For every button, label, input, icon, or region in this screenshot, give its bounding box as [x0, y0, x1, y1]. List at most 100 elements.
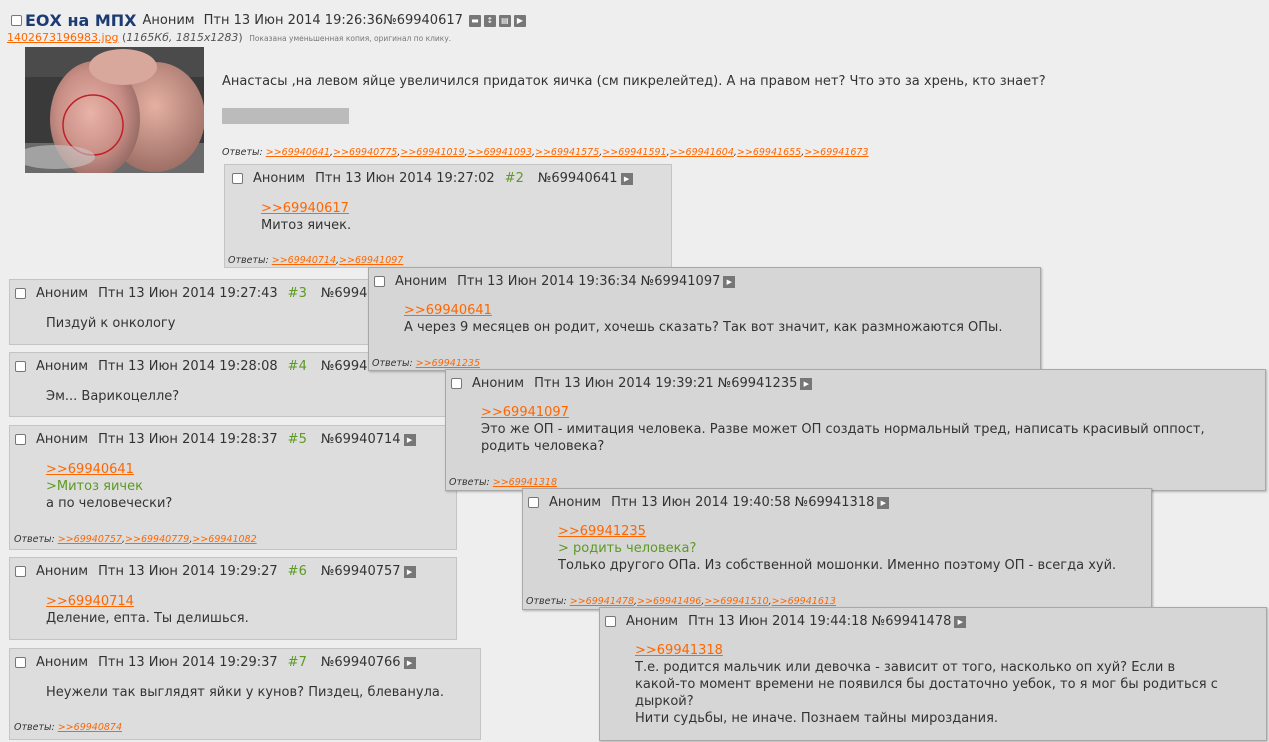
- post-number[interactable]: №69941097: [641, 274, 721, 289]
- post-checkbox[interactable]: [15, 434, 26, 445]
- reply-link[interactable]: >>69941318: [493, 477, 557, 488]
- post-text: дыркой?: [635, 694, 694, 709]
- reply-link[interactable]: >>69940874: [58, 722, 122, 733]
- op-checkbox[interactable]: [11, 15, 22, 26]
- minimize-icon[interactable]: ▬: [468, 14, 481, 27]
- ref-link[interactable]: >>69940641: [46, 462, 134, 477]
- file-info: 1402673196983.jpg (1165Кб, 1815x1283) По…: [7, 31, 452, 44]
- post-checkbox[interactable]: [15, 288, 26, 299]
- reply-link[interactable]: >>69941496: [637, 596, 701, 607]
- post-replies: Ответы: >>69940757,>>69940779,>>69941082: [14, 534, 257, 545]
- post-2: Аноним Птн 13 Июн 2014 19:27:02 #2 №6994…: [224, 164, 672, 268]
- post-text: Неужели так выглядят яйки у кунов? Пизде…: [46, 685, 444, 700]
- post-author: Аноним: [395, 274, 448, 289]
- post-text: Пиздуй к онкологу: [46, 316, 176, 331]
- replies-label: Ответы:: [526, 596, 567, 607]
- post-date: Птн 13 Июн 2014 19:29:27: [98, 564, 278, 579]
- reply-link[interactable]: >>69941097: [339, 255, 403, 266]
- op-header: ЕОХ на МПХ Аноним Птн 13 Июн 2014 19:26:…: [11, 11, 526, 30]
- post-date: Птн 13 Июн 2014 19:39:21: [534, 376, 714, 391]
- post-author: Аноним: [626, 614, 679, 629]
- post-checkbox[interactable]: [528, 497, 539, 508]
- play-icon[interactable]: ▶: [877, 496, 890, 509]
- post-date: Птн 13 Июн 2014 19:44:18: [688, 614, 868, 629]
- post-text: родить человека?: [481, 439, 605, 454]
- reply-link[interactable]: >>69941655: [737, 147, 801, 158]
- reply-link[interactable]: >>69941575: [535, 147, 599, 158]
- play-icon[interactable]: ▶: [513, 14, 526, 27]
- post-checkbox[interactable]: [374, 276, 385, 287]
- play-icon[interactable]: ▶: [403, 565, 416, 578]
- replies-label: Ответы:: [372, 358, 413, 369]
- post-checkbox[interactable]: [15, 566, 26, 577]
- post-ordinal: #4: [287, 359, 307, 374]
- post-number[interactable]: №69940766: [321, 655, 401, 670]
- post-text: Нити судьбы, не иначе. Познаем тайны мир…: [635, 711, 999, 726]
- post-text: Только другого ОПа. Из собственной мошон…: [558, 558, 1117, 573]
- post-ordinal: #5: [287, 432, 307, 447]
- post-checkbox[interactable]: [451, 378, 462, 389]
- reply-link[interactable]: >>69941082: [192, 534, 256, 545]
- play-icon[interactable]: ▶: [723, 275, 736, 288]
- reply-link[interactable]: >>69940641: [266, 147, 330, 158]
- reply-link[interactable]: >>69941510: [704, 596, 768, 607]
- post-author: Аноним: [36, 432, 89, 447]
- ref-link[interactable]: >>69940617: [261, 201, 349, 216]
- post-ordinal: #7: [287, 655, 307, 670]
- post-author: Аноним: [36, 286, 89, 301]
- op-date: Птн 13 Июн 2014 19:26:36: [203, 13, 384, 28]
- play-icon[interactable]: ▶: [800, 377, 813, 390]
- play-icon[interactable]: ▶: [403, 656, 416, 669]
- reply-link[interactable]: >>69941613: [772, 596, 836, 607]
- post-number[interactable]: №69940757: [321, 564, 401, 579]
- post-number[interactable]: №69941478: [872, 614, 952, 629]
- ref-link[interactable]: >>69941235: [558, 524, 646, 539]
- reply-link[interactable]: >>69941673: [804, 147, 868, 158]
- post-checkbox[interactable]: [605, 616, 616, 627]
- file-link[interactable]: 1402673196983.jpg: [7, 31, 119, 44]
- post-text: Эм... Варикоцелле?: [46, 389, 180, 404]
- post-quote: >Митоз яичек: [46, 479, 143, 494]
- ref-link[interactable]: >>69940641: [404, 303, 492, 318]
- post-date: Птн 13 Июн 2014 19:28:37: [98, 432, 278, 447]
- reply-link[interactable]: >>69940757: [58, 534, 122, 545]
- post-replies: Ответы: >>69941235: [372, 358, 480, 369]
- expand-icon[interactable]: ↕: [483, 14, 496, 27]
- replies-label: Ответы:: [449, 477, 490, 488]
- post-checkbox[interactable]: [15, 361, 26, 372]
- reply-link[interactable]: >>69940779: [125, 534, 189, 545]
- reply-link[interactable]: >>69941235: [416, 358, 480, 369]
- thread-title: ЕОХ на МПХ: [25, 11, 137, 30]
- replies-label: Ответы:: [14, 722, 55, 733]
- spoiler-block[interactable]: [222, 108, 349, 124]
- op-number[interactable]: №69940617: [383, 13, 463, 28]
- post-7: Аноним Птн 13 Июн 2014 19:29:37 #7 №6994…: [9, 648, 481, 740]
- post-text: А через 9 месяцев он родит, хочешь сказа…: [404, 320, 1003, 335]
- reply-link[interactable]: >>69941478: [570, 596, 634, 607]
- ref-link[interactable]: >>69941097: [481, 405, 569, 420]
- post-number[interactable]: №69940641: [538, 171, 618, 186]
- post-author: Аноним: [36, 359, 89, 374]
- reply-link[interactable]: >>69941591: [602, 147, 666, 158]
- post-number[interactable]: №69940714: [321, 432, 401, 447]
- reply-link[interactable]: >>69940714: [272, 255, 336, 266]
- post-checkbox[interactable]: [232, 173, 243, 184]
- ref-link[interactable]: >>69941318: [635, 643, 723, 658]
- reply-link[interactable]: >>69940775: [333, 147, 397, 158]
- reply-link[interactable]: >>69941093: [468, 147, 532, 158]
- play-icon[interactable]: ▶: [403, 433, 416, 446]
- replies-label: Ответы:: [222, 147, 263, 158]
- file-meta: 1165Кб, 1815x1283: [126, 31, 239, 44]
- reply-link[interactable]: >>69941019: [400, 147, 464, 158]
- play-icon[interactable]: ▶: [620, 172, 633, 185]
- hide-icon[interactable]: ▤: [498, 14, 511, 27]
- ref-link[interactable]: >>69940714: [46, 594, 134, 609]
- op-image[interactable]: [25, 47, 204, 173]
- post-checkbox[interactable]: [15, 657, 26, 668]
- reply-link[interactable]: >>69941604: [670, 147, 734, 158]
- play-icon[interactable]: ▶: [954, 615, 967, 628]
- post-number[interactable]: №69941235: [718, 376, 798, 391]
- post-number[interactable]: №69941318: [795, 495, 875, 510]
- post-quote: > родить человека?: [558, 541, 697, 556]
- post-text: а по человечески?: [46, 496, 173, 511]
